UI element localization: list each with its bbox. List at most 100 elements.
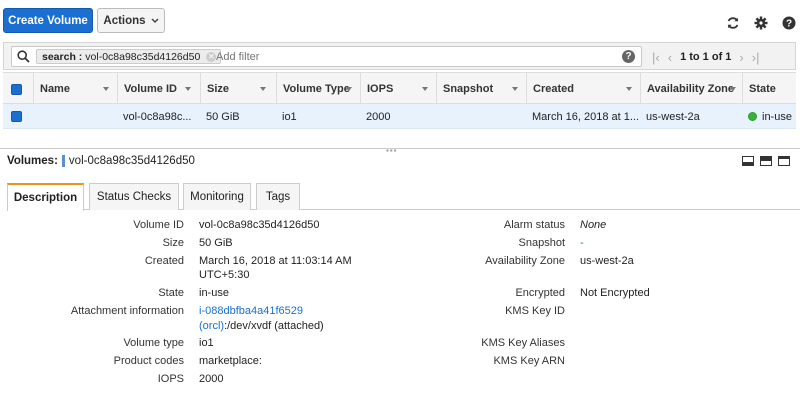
first-page-icon[interactable]: |‹ <box>652 50 660 65</box>
filter-chip-key: search : <box>42 50 83 63</box>
column-volume-type[interactable]: Volume Type <box>276 73 358 105</box>
detail-kms-key-arn-key: KMS Key ARN <box>493 355 565 367</box>
column-created[interactable]: Created <box>526 73 638 105</box>
column-name[interactable]: Name <box>33 73 115 105</box>
tab-monitoring[interactable]: Monitoring <box>183 183 251 210</box>
detail-title-value: vol-0c8a98c35d4126d50 <box>68 155 195 167</box>
cell-state-label: in-use <box>762 110 792 123</box>
detail-size-value: 50 GiB <box>199 237 233 249</box>
filter-chip-value: vol-0c8a98c35d4126d50 <box>85 50 201 63</box>
cell-snapshot <box>442 104 524 129</box>
remove-filter-icon[interactable]: ✕ <box>206 51 217 62</box>
detail-attachment-key: Attachment information <box>70 305 184 317</box>
detail-kms-key-id-key: KMS Key ID <box>505 305 565 317</box>
detail-product-codes-value: marketplace: <box>199 355 262 367</box>
column-snapshot[interactable]: Snapshot <box>436 73 524 105</box>
pagination: |‹ ‹ 1 to 1 of 1 › ›| <box>652 47 797 67</box>
table-header: Name Volume ID Size Volume Type IOPS Sna… <box>3 72 796 105</box>
toolbar: Create Volume Actions ? <box>0 0 800 40</box>
filter-help-icon[interactable]: ? <box>622 50 635 63</box>
create-volume-button[interactable]: Create Volume <box>3 8 93 33</box>
detail-kms-key-aliases-key: KMS Key Aliases <box>481 337 565 349</box>
detail-encrypted-value: Not Encrypted <box>580 287 650 299</box>
chevron-down-icon <box>151 17 159 23</box>
detail-volume-id-key: Volume ID <box>133 219 184 231</box>
pane-splitter[interactable] <box>0 148 800 151</box>
detail-size-key: Size <box>162 237 184 249</box>
column-state-label: State <box>749 83 776 95</box>
column-iops[interactable]: IOPS <box>360 73 434 105</box>
drag-handle-icon[interactable]: ▪▪▪ <box>386 146 398 155</box>
detail-volume-type-key: Volume type <box>123 337 184 349</box>
detail-title-marker <box>61 155 65 167</box>
gear-icon[interactable] <box>754 16 768 30</box>
column-iops-label: IOPS <box>367 83 394 95</box>
detail-iops-key: IOPS <box>157 373 184 385</box>
detail-snapshot-value[interactable]: - <box>580 237 584 249</box>
volumes-table: Name Volume ID Size Volume Type IOPS Sna… <box>3 72 796 129</box>
cell-size: 50 GiB <box>206 110 240 123</box>
prev-page-icon[interactable]: ‹ <box>668 50 672 65</box>
search-input[interactable]: search : vol-0c8a98c35d4126d50 ✕ ? <box>11 46 642 67</box>
attachment-device-text: :/dev/xvdf (attached) <box>224 320 324 332</box>
detail-state-value: in-use <box>199 287 229 299</box>
layout-switcher <box>742 156 790 166</box>
cell-iops: 2000 <box>366 110 391 123</box>
attachment-orcl-link[interactable]: (orcl) <box>199 320 224 332</box>
detail-created-value: March 16, 2018 at 11:03:14 AM <box>199 255 352 267</box>
detail-availability-zone-key: Availability Zone <box>485 255 565 267</box>
cell-created: March 16, 2018 at 1... <box>532 110 638 123</box>
detail-product-codes-key: Product codes <box>113 355 184 367</box>
cell-volume-type: io1 <box>282 110 297 123</box>
cell-name <box>39 104 115 129</box>
layout-top-icon[interactable] <box>778 156 790 166</box>
column-volume-id-label: Volume ID <box>124 83 177 95</box>
tab-description[interactable]: Description <box>7 183 84 211</box>
detail-alarm-status-value: None <box>580 219 607 231</box>
detail-availability-zone-value: us-west-2a <box>580 255 634 267</box>
table-row[interactable]: vol-0c8a98c... 50 GiB io1 2000 March 16,… <box>3 104 796 129</box>
column-volume-id[interactable]: Volume ID <box>117 73 197 105</box>
select-all-checkbox[interactable] <box>11 73 29 105</box>
column-name-label: Name <box>40 83 70 95</box>
cell-state: in-use <box>748 104 796 129</box>
cell-volume-id: vol-0c8a98c... <box>123 110 192 123</box>
column-state[interactable]: State <box>742 73 796 105</box>
detail-title-label: Volumes: <box>7 155 58 167</box>
status-green-icon <box>748 112 757 121</box>
detail-attachment-device: (orcl):/dev/xvdf (attached) <box>199 320 324 332</box>
last-page-icon[interactable]: ›| <box>752 50 760 65</box>
cell-availability-zone: us-west-2a <box>646 110 700 123</box>
detail-volume-id-value: vol-0c8a98c35d4126d50 <box>199 219 320 231</box>
detail-encrypted-key: Encrypted <box>515 287 565 299</box>
add-filter-input[interactable] <box>216 51 596 63</box>
column-volume-type-label: Volume Type <box>283 83 350 95</box>
row-checkbox[interactable] <box>11 104 22 129</box>
svg-text:?: ? <box>786 19 792 30</box>
column-size[interactable]: Size <box>200 73 272 105</box>
tab-tags[interactable]: Tags <box>256 183 300 210</box>
next-page-icon[interactable]: › <box>739 50 743 65</box>
actions-label: Actions <box>103 14 146 27</box>
detail-tabs: Description Status Checks Monitoring Tag… <box>7 183 800 211</box>
detail-title: Volumes: vol-0c8a98c35d4126d50 <box>7 155 195 167</box>
refresh-icon[interactable] <box>726 16 740 30</box>
help-icon[interactable]: ? <box>782 16 796 30</box>
toolbar-icons: ? <box>726 16 796 30</box>
column-snapshot-label: Snapshot <box>443 83 494 95</box>
column-size-label: Size <box>207 83 230 95</box>
column-availability-zone[interactable]: Availability Zone <box>640 73 742 105</box>
filter-chip[interactable]: search : vol-0c8a98c35d4126d50 ✕ <box>36 49 222 64</box>
detail-alarm-status-key: Alarm status <box>503 219 565 231</box>
column-created-label: Created <box>533 83 574 95</box>
filter-bar: search : vol-0c8a98c35d4126d50 ✕ ? |‹ ‹ … <box>3 42 796 70</box>
tab-status-checks[interactable]: Status Checks <box>89 183 179 210</box>
detail-created-key: Created <box>144 255 184 267</box>
attachment-instance-link[interactable]: i-088dbfba4a41f6529 <box>199 305 303 317</box>
layout-bottom-icon[interactable] <box>742 156 754 166</box>
detail-snapshot-key: Snapshot <box>518 237 565 249</box>
column-availability-zone-label: Availability Zone <box>647 83 735 95</box>
actions-button[interactable]: Actions <box>97 8 165 33</box>
layout-split-icon[interactable] <box>760 156 772 166</box>
detail-created-tz: UTC+5:30 <box>199 269 250 281</box>
